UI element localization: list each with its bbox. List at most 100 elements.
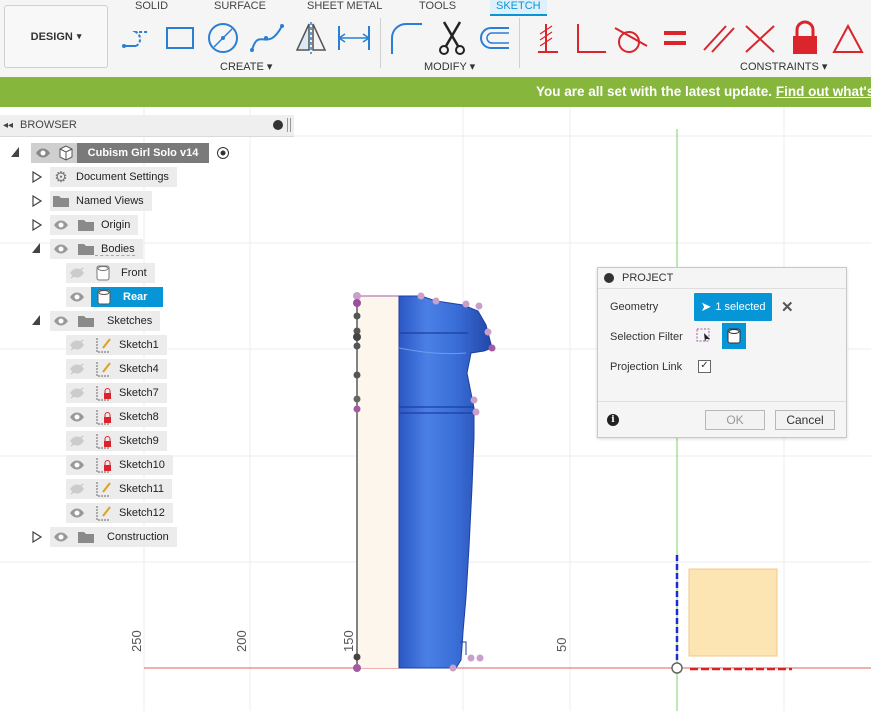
eye-hidden-icon[interactable]	[69, 363, 85, 375]
eye-icon[interactable]	[35, 147, 51, 159]
specified-entities-filter-icon[interactable]	[696, 327, 712, 343]
eye-hidden-icon[interactable]	[69, 339, 85, 351]
collapsed-triangle-icon[interactable]	[32, 531, 42, 543]
collapsed-triangle-icon[interactable]	[32, 195, 42, 207]
browser-item-bodies[interactable]: Bodies	[50, 239, 143, 259]
modify-menu[interactable]: MODIFY ▾	[424, 60, 475, 73]
browser-root-document[interactable]: Cubism Girl Solo v14	[31, 143, 230, 163]
circle-tool-icon[interactable]	[205, 20, 241, 56]
browser-item-origin[interactable]: Origin	[50, 215, 139, 235]
mirror-tool-icon[interactable]	[293, 20, 329, 56]
folder-icon	[78, 220, 94, 231]
document-name: Cubism Girl Solo v14	[77, 143, 209, 163]
sketch-icon	[96, 482, 111, 497]
minimize-icon[interactable]	[273, 120, 283, 130]
collapse-panel-icon[interactable]: ◂◂	[3, 115, 13, 136]
folder-icon	[78, 244, 94, 255]
projection-link-checkbox[interactable]: ✓	[698, 360, 711, 373]
browser-item-sketch4[interactable]: Sketch4	[66, 359, 167, 379]
eye-icon[interactable]	[69, 507, 85, 519]
equal-constraint-icon[interactable]	[658, 20, 694, 56]
browser-item-sketch8[interactable]: Sketch8	[66, 407, 167, 427]
trim-scissors-icon[interactable]	[434, 20, 470, 56]
create-menu[interactable]: CREATE ▾	[220, 60, 272, 73]
sketch-locked-icon	[96, 434, 111, 449]
cursor-arrow-icon: ➤	[700, 299, 712, 314]
browser-item-sketches[interactable]: Sketches	[50, 311, 161, 331]
active-radio-icon[interactable]	[216, 146, 230, 160]
eye-icon[interactable]	[69, 411, 85, 423]
tab-sketch[interactable]: SKETCH	[490, 0, 547, 16]
tab-sheet-metal[interactable]: SHEET METAL	[307, 0, 382, 14]
eye-hidden-icon[interactable]	[69, 387, 85, 399]
eye-hidden-icon[interactable]	[69, 435, 85, 447]
browser-item-construction[interactable]: Construction	[50, 527, 177, 547]
browser-item-front[interactable]: Front	[66, 263, 155, 283]
expanded-triangle-icon[interactable]	[31, 242, 41, 254]
item-label: Named Views	[76, 195, 144, 207]
line-tool-icon[interactable]	[120, 20, 156, 56]
rectangle-tool-icon[interactable]	[162, 20, 198, 56]
browser-item-sketch1[interactable]: Sketch1	[66, 335, 167, 355]
rear-body[interactable]	[398, 295, 493, 669]
browser-item-sketch9[interactable]: Sketch9	[66, 431, 167, 451]
item-label: Origin	[101, 219, 131, 231]
geometry-selection-button[interactable]: ➤ 1 selected	[694, 293, 772, 321]
item-label: Sketch7	[119, 387, 159, 399]
eye-icon[interactable]	[53, 219, 69, 231]
eye-hidden-icon[interactable]	[69, 267, 85, 279]
workspace-switcher-button[interactable]: DESIGN ▾	[4, 5, 108, 68]
browser-item-sketch11[interactable]: Sketch11	[66, 479, 173, 499]
offset-tool-icon[interactable]	[475, 20, 511, 56]
coincident-constraint-icon[interactable]	[530, 20, 566, 56]
symmetry-constraint-icon[interactable]	[742, 20, 778, 56]
tab-solid[interactable]: SOLID	[135, 0, 168, 14]
sketch-profile[interactable]	[688, 568, 778, 657]
browser-item-document-settings[interactable]: ⚙ Document Settings	[50, 167, 177, 187]
tangent-constraint-icon[interactable]	[613, 20, 649, 56]
eye-hidden-icon[interactable]	[69, 483, 85, 495]
browser-item-sketch7[interactable]: Sketch7	[66, 383, 167, 403]
browser-item-rear[interactable]: Rear	[66, 287, 164, 307]
collapsed-triangle-icon[interactable]	[32, 171, 42, 183]
dialog-divider	[598, 401, 846, 402]
browser-item-sketch12[interactable]: Sketch12	[66, 503, 173, 523]
ok-button[interactable]: OK	[705, 410, 765, 430]
body-icon	[96, 265, 110, 281]
triangle-constraint-icon[interactable]	[830, 20, 866, 56]
bodies-filter-button[interactable]	[722, 323, 746, 349]
sketch-locked-icon	[96, 386, 111, 401]
collapsed-triangle-icon[interactable]	[32, 219, 42, 231]
origin-point[interactable]	[671, 662, 683, 674]
collapse-dialog-icon[interactable]	[604, 273, 614, 283]
tab-tools[interactable]: TOOLS	[419, 0, 456, 14]
resize-handle-icon[interactable]	[287, 118, 291, 132]
clear-selection-icon[interactable]: ✕	[781, 298, 794, 316]
fix-lock-icon[interactable]	[787, 20, 823, 56]
perpendicular-constraint-icon[interactable]	[572, 20, 608, 56]
spline-tool-icon[interactable]	[249, 20, 285, 56]
browser-item-named-views[interactable]: Named Views	[50, 191, 152, 211]
dimension-tool-icon[interactable]	[336, 20, 372, 56]
cancel-button[interactable]: Cancel	[775, 410, 835, 430]
browser-item-sketch10[interactable]: Sketch10	[66, 455, 173, 475]
update-banner: You are all set with the latest update. …	[0, 77, 871, 107]
chevron-down-icon: ▾	[76, 31, 82, 41]
tab-surface[interactable]: SURFACE	[214, 0, 266, 14]
eye-icon[interactable]	[53, 315, 69, 327]
item-label: Construction	[107, 531, 169, 543]
body-icon	[727, 328, 741, 344]
banner-link[interactable]: Find out what's	[776, 84, 871, 99]
fillet-tool-icon[interactable]	[388, 20, 424, 56]
expanded-triangle-icon[interactable]	[31, 314, 41, 326]
info-icon[interactable]: i	[607, 414, 619, 426]
dialog-title-bar[interactable]: PROJECT	[598, 268, 846, 289]
constraints-menu[interactable]: CONSTRAINTS ▾	[740, 60, 827, 73]
eye-icon[interactable]	[69, 459, 85, 471]
eye-icon[interactable]	[53, 531, 69, 543]
parallel-constraint-icon[interactable]	[700, 20, 736, 56]
item-label: Front	[121, 267, 147, 279]
eye-icon[interactable]	[53, 243, 69, 255]
eye-icon[interactable]	[69, 291, 85, 303]
expanded-triangle-icon[interactable]	[10, 146, 20, 158]
